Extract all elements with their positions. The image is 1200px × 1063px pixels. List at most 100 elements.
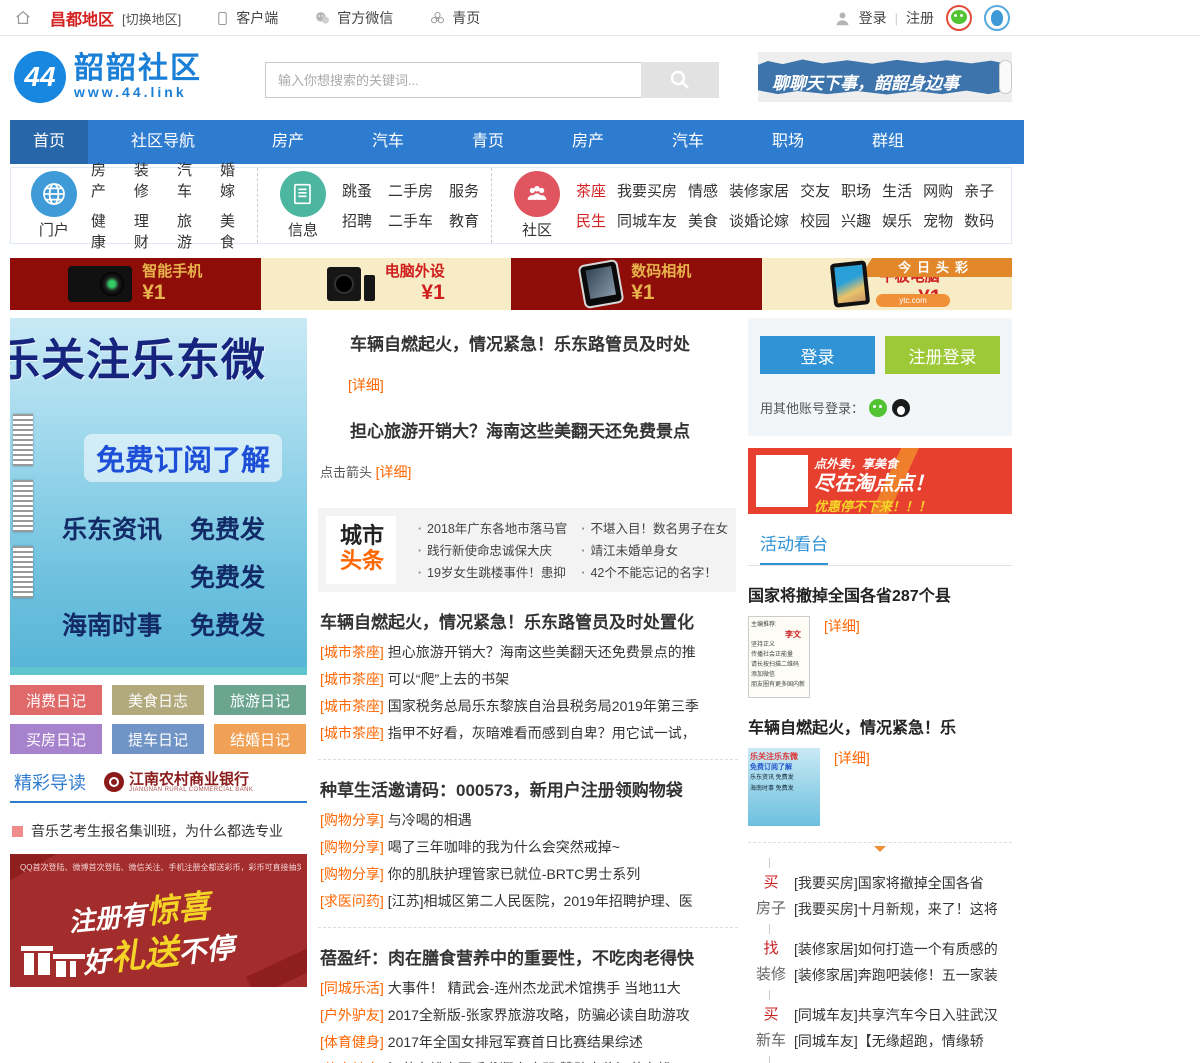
community-link[interactable]: 民生 [576, 210, 606, 231]
banner-item-phone[interactable]: 智能手机¥1 [10, 258, 261, 310]
portal-link[interactable]: 房产 [91, 159, 118, 201]
community-link[interactable]: 茶座 [576, 180, 606, 201]
feed-item[interactable]: [户外驴友]2017全新版-张家界旅游攻略，防骗必读自助游攻 [320, 1002, 738, 1029]
info-link[interactable]: 招聘 [342, 210, 372, 231]
nav-item-car[interactable]: 汽车 [338, 120, 438, 164]
community-link[interactable]: 校园 [800, 210, 830, 231]
top-headline-2[interactable]: 担心旅游开销大？海南这些美翻天还免费景点 [350, 417, 738, 442]
collapse-arrow[interactable] [748, 842, 1012, 856]
detail-link[interactable]: [详细] [834, 748, 870, 826]
portal-link[interactable]: 理财 [134, 210, 161, 252]
diary-button-wedding[interactable]: 结婚日记 [214, 724, 306, 754]
activity-headline[interactable]: 国家将撤掉全国各省287个县 [748, 582, 1012, 606]
info-link[interactable]: 服务 [449, 180, 479, 201]
info-link[interactable]: 教育 [449, 210, 479, 231]
activity-thumbnail[interactable]: 乐关注乐东微 免费订阅了解 乐东资讯 免费发 海南时事 免费发 [748, 748, 820, 826]
qq-login-icon[interactable] [892, 399, 910, 417]
bank-logo[interactable]: 江南农村商业银行 JIANGNAN RURAL COMMERCIAL BANK [104, 772, 253, 793]
group-item[interactable]: [我要买房]国家将撤掉全国各省 [794, 870, 1012, 896]
feed-item[interactable]: [体育健身]2017年全国女排冠军赛首日比赛结果综述 [320, 1029, 738, 1056]
region-label[interactable]: 昌都地区 [50, 6, 114, 30]
feed-item[interactable]: [城市茶座]可以“爬”上去的书架 [320, 666, 738, 693]
nav-item-qingye[interactable]: 青页 [438, 120, 538, 164]
community-link[interactable]: 亲子 [964, 180, 994, 201]
nav-item-house[interactable]: 房产 [238, 120, 338, 164]
diary-button-consume[interactable]: 消费日记 [10, 685, 102, 715]
community-link[interactable]: 装修家居 [729, 180, 789, 201]
community-link[interactable]: 情感 [688, 180, 718, 201]
wechat-login-icon[interactable] [869, 399, 887, 417]
register-link[interactable]: 注册 [906, 8, 934, 28]
group-item[interactable]: [装修家居]奔跑吧装修！五一家装 [794, 962, 1012, 988]
info-link[interactable]: 二手车 [388, 210, 433, 231]
community-link[interactable]: 宠物 [923, 210, 953, 231]
wechat-login-avatar[interactable] [946, 5, 972, 31]
nav-item-career[interactable]: 职场 [738, 120, 838, 164]
nav-item-groups[interactable]: 群组 [838, 120, 938, 164]
portal-link[interactable]: 美食 [220, 210, 247, 252]
promo-ad-image[interactable]: 乐关注乐东微 免费订阅了解 乐东资讯免费发 免费发 海南时事免费发 [10, 318, 307, 675]
portal-link[interactable]: 婚嫁 [220, 159, 247, 201]
ytc-button[interactable]: ytc.com [876, 294, 950, 307]
diary-button-house[interactable]: 买房日记 [10, 724, 102, 754]
activity-thumbnail[interactable]: 主编推荐: 李文 坚持正义 传播社会正能量 请长按扫描二维码 添加微信 朋友圈有… [748, 616, 810, 698]
nav-item-community-guide[interactable]: 社区导航 [88, 120, 238, 164]
nav-item-house2[interactable]: 房产 [538, 120, 638, 164]
list-item[interactable]: 音乐艺考生报名集训班，为什么都选专业 [10, 821, 307, 841]
login-button[interactable]: 登录 [760, 336, 875, 374]
diary-button-car[interactable]: 提车日记 [112, 724, 204, 754]
qq-login-avatar[interactable] [984, 5, 1010, 31]
community-link[interactable]: 我要买房 [617, 180, 677, 201]
headline-link[interactable]: 靖江未婚单身女 [581, 540, 728, 562]
headline-link[interactable]: 42个不能忘记的名字！ [581, 562, 728, 584]
diary-button-food[interactable]: 美食日志 [112, 685, 204, 715]
feed-item[interactable]: [购物分享]你的肌肤护理管家已就位-BRTC男士系列 [320, 861, 738, 888]
banner-item-tablet[interactable]: 今日头彩 平板电脑 ¥1 ytc.com [762, 258, 1013, 310]
site-logo[interactable]: 44 韶韶社区 www.44.link [14, 51, 202, 103]
detail-link[interactable]: [详细] [376, 464, 412, 480]
nav-item-car2[interactable]: 汽车 [638, 120, 738, 164]
search-input[interactable] [265, 62, 641, 98]
feed-item[interactable]: [购物分享]喝了三年咖啡的我为什么会突然戒掉~ [320, 834, 738, 861]
detail-link[interactable]: [详细] [824, 616, 860, 698]
community-link[interactable]: 娱乐 [882, 210, 912, 231]
group-item[interactable]: [我要买房]十月新规，来了！这将 [794, 896, 1012, 922]
feed-item[interactable]: [购物分享]与冷喝的相遇 [320, 807, 738, 834]
group-item[interactable]: [同城车友]【无缘超跑，情缘轿 [794, 1028, 1012, 1054]
diary-button-travel[interactable]: 旅游日记 [214, 685, 306, 715]
section-headline[interactable]: 车辆自燃起火，情况紧急！乐东路管员及时处置化 [320, 608, 738, 633]
feed-item[interactable]: [体育健身]江苏女排夺冠后龚翔宇痛哭 赞助商奖江苏女排200 [320, 1056, 738, 1063]
activity-headline[interactable]: 车辆自燃起火，情况紧急！乐 [748, 714, 1012, 738]
community-link[interactable]: 交友 [800, 180, 830, 201]
community-link[interactable]: 数码 [964, 210, 994, 231]
feed-item[interactable]: [城市茶座]指甲不好看，灰暗难看而感到自卑？用它试一试， [320, 720, 738, 747]
group-item[interactable]: [装修家居]如何打造一个有质感的 [794, 936, 1012, 962]
nav-item-home[interactable]: 首页 [10, 120, 88, 164]
section-headline[interactable]: 蓓盈纤：肉在膳食营养中的重要性，不吃肉老得快 [320, 944, 738, 969]
portal-link[interactable]: 健康 [91, 210, 118, 252]
community-link[interactable]: 兴趣 [841, 210, 871, 231]
detail-link[interactable]: [详细] [348, 377, 384, 393]
community-link[interactable]: 美食 [688, 210, 718, 231]
community-link[interactable]: 谈婚论嫁 [729, 210, 789, 231]
community-link[interactable]: 网购 [923, 180, 953, 201]
feed-item[interactable]: [城市茶座]担心旅游开销大？海南这些美翻天还免费景点的推 [320, 639, 738, 666]
info-link[interactable]: 跳蚤 [342, 180, 372, 201]
community-link[interactable]: 生活 [882, 180, 912, 201]
takeout-qr-ad[interactable]: 点外卖，享美食 尽在淘点点！ 优惠停不下来！！！ [748, 448, 1012, 514]
community-link[interactable]: 同城车友 [617, 210, 677, 231]
client-link[interactable]: 客户端 [215, 8, 278, 28]
headline-link[interactable]: 不堪入目！数名男子在女 [581, 518, 728, 540]
feed-item[interactable]: [城市茶座]国家税务总局乐东黎族自治县税务局2019年第三季 [320, 693, 738, 720]
group-item[interactable]: [同城车友]共享汽车今日入驻武汉 [794, 1002, 1012, 1028]
switch-region-link[interactable]: [切换地区] [122, 9, 181, 28]
activity-title[interactable]: 活动看台 [760, 530, 828, 565]
official-wechat-link[interactable]: 官方微信 [314, 8, 393, 28]
headline-link[interactable]: 19岁女生跳楼事件！患抑 [418, 562, 567, 584]
top-headline-1[interactable]: 车辆自燃起火，情况紧急！乐东路管员及时处 [350, 330, 738, 355]
portal-link[interactable]: 装修 [134, 159, 161, 201]
home-icon[interactable] [14, 9, 32, 27]
feed-item[interactable]: [同城乐活]大事件！ 精武会-连州杰龙武术馆携手 当地11大 [320, 975, 738, 1002]
header-banner-ad[interactable]: 聊聊天下事，韶韶身边事 [758, 52, 1012, 102]
info-link[interactable]: 二手房 [388, 180, 433, 201]
